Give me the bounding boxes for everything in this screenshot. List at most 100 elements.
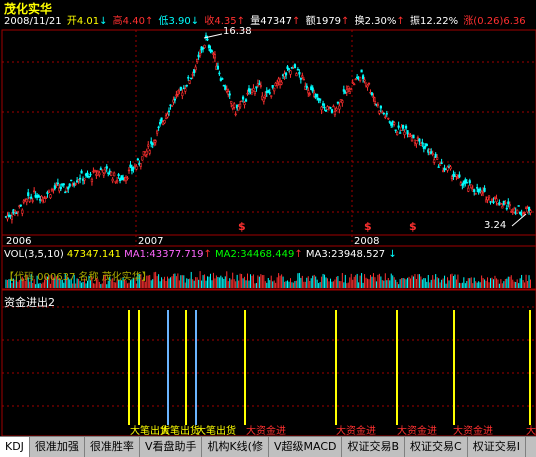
- indicator-tab-bar: KDJ 很准加强 很准胜率 V看盘助手 机构K线(修 V超级MACD 权证交易B…: [0, 436, 536, 457]
- candle-body: [33, 190, 36, 192]
- candle-body: [336, 101, 339, 104]
- candle-body: [330, 109, 334, 113]
- candle-body: [49, 194, 52, 199]
- candle-body: [203, 44, 206, 48]
- volume-info-bar: VOL(3,5,10) 47347.141 MA1:43377.719↑ MA2…: [4, 249, 397, 260]
- candle-body: [78, 177, 82, 180]
- candle-body: [225, 89, 228, 92]
- dividend-marker[interactable]: $: [238, 220, 246, 233]
- candle-body: [148, 150, 151, 154]
- candle-body: [421, 142, 424, 144]
- candle-body: [241, 96, 245, 100]
- candle-body: [156, 130, 159, 134]
- candle-body: [359, 76, 362, 81]
- signal-label-buy: 大资金进: [397, 426, 437, 437]
- candle-body: [234, 113, 237, 116]
- candle-body: [440, 162, 443, 164]
- signal-label-buy: 大资金进: [336, 426, 376, 437]
- candle-body: [516, 209, 519, 214]
- candle-body: [206, 38, 209, 41]
- tab-accurate-winrate[interactable]: 很准胜率: [85, 437, 140, 457]
- candle-body: [376, 104, 380, 106]
- candle-body: [387, 117, 390, 120]
- up-arrow-icon: ↑: [203, 249, 212, 260]
- candle-body: [141, 156, 144, 161]
- candle-body: [363, 79, 366, 82]
- year-label-2006: 2006: [6, 236, 32, 247]
- tab-super-macd[interactable]: V超级MACD: [269, 437, 343, 457]
- candle-body: [286, 66, 289, 69]
- candle-body: [370, 92, 374, 96]
- candle-body: [135, 166, 138, 170]
- candle-body: [52, 188, 55, 191]
- down-arrow-icon: ↓: [388, 249, 397, 260]
- stock-code-line: 【代码 000637 名称 茂化实华】: [4, 272, 152, 283]
- candle-body: [31, 200, 34, 202]
- candle-body: [262, 97, 265, 102]
- candle-body: [27, 192, 30, 196]
- candle-body: [47, 190, 51, 194]
- candle-body: [474, 193, 477, 195]
- tab-warrant-b[interactable]: 权证交易B: [342, 437, 406, 457]
- candle-body: [329, 107, 332, 109]
- candle-body: [493, 197, 497, 199]
- candle-body: [399, 132, 402, 134]
- candle-body: [473, 189, 476, 192]
- candle-body: [113, 172, 116, 177]
- tab-watch-assistant[interactable]: V看盘助手: [140, 437, 203, 457]
- tab-accurate-plus[interactable]: 很准加强: [30, 437, 85, 457]
- candle-body: [393, 122, 396, 125]
- candle-body: [348, 91, 351, 94]
- candle-body: [43, 198, 46, 203]
- candle-body: [139, 163, 142, 167]
- price-chart[interactable]: [0, 0, 536, 456]
- tab-institution-kline[interactable]: 机构K线(修: [202, 437, 269, 457]
- volume-ma3: MA3:23948.527: [305, 249, 386, 260]
- candle-body: [228, 93, 231, 96]
- candle-body: [354, 78, 357, 81]
- candle-body: [170, 105, 174, 107]
- candle-body: [323, 107, 326, 109]
- candle-body: [385, 113, 388, 115]
- candle-body: [416, 137, 420, 139]
- candle-body: [394, 129, 397, 131]
- candle-body: [190, 77, 193, 80]
- tab-kdj[interactable]: KDJ: [0, 437, 30, 457]
- candle-body: [102, 173, 105, 176]
- dividend-marker[interactable]: $: [364, 220, 372, 233]
- candle-body: [373, 100, 377, 104]
- candle-body: [367, 82, 371, 85]
- candle-body: [55, 184, 58, 186]
- tab-warrant-i[interactable]: 权证交易I: [468, 437, 526, 457]
- candle-body: [324, 109, 328, 112]
- candle-body: [184, 88, 187, 92]
- candle-body: [311, 87, 314, 92]
- candle-body: [450, 176, 454, 179]
- candle-body: [431, 153, 434, 155]
- candle-body: [163, 120, 166, 124]
- candle-body: [44, 197, 48, 199]
- candle-body: [382, 112, 385, 115]
- candle-body: [157, 126, 160, 129]
- candle-body: [284, 72, 288, 76]
- candle-body: [437, 166, 440, 168]
- candle-body: [210, 50, 214, 52]
- candle-body: [145, 150, 148, 155]
- candle-body: [64, 191, 67, 194]
- candle-body: [366, 84, 369, 88]
- candle-body: [151, 143, 154, 145]
- candle-body: [490, 199, 494, 201]
- candle-body: [479, 188, 482, 191]
- candle-body: [10, 215, 14, 220]
- candle-body: [56, 182, 59, 185]
- candle-body: [455, 174, 458, 177]
- candle-body: [436, 157, 439, 160]
- candle-body: [412, 134, 415, 139]
- tab-warrant-c[interactable]: 权证交易C: [405, 437, 468, 457]
- candle-body: [83, 178, 86, 181]
- candle-body: [19, 204, 22, 207]
- candle-body: [299, 77, 302, 80]
- candle-body: [93, 170, 97, 173]
- dividend-marker[interactable]: $: [409, 220, 417, 233]
- candle-body: [90, 178, 94, 183]
